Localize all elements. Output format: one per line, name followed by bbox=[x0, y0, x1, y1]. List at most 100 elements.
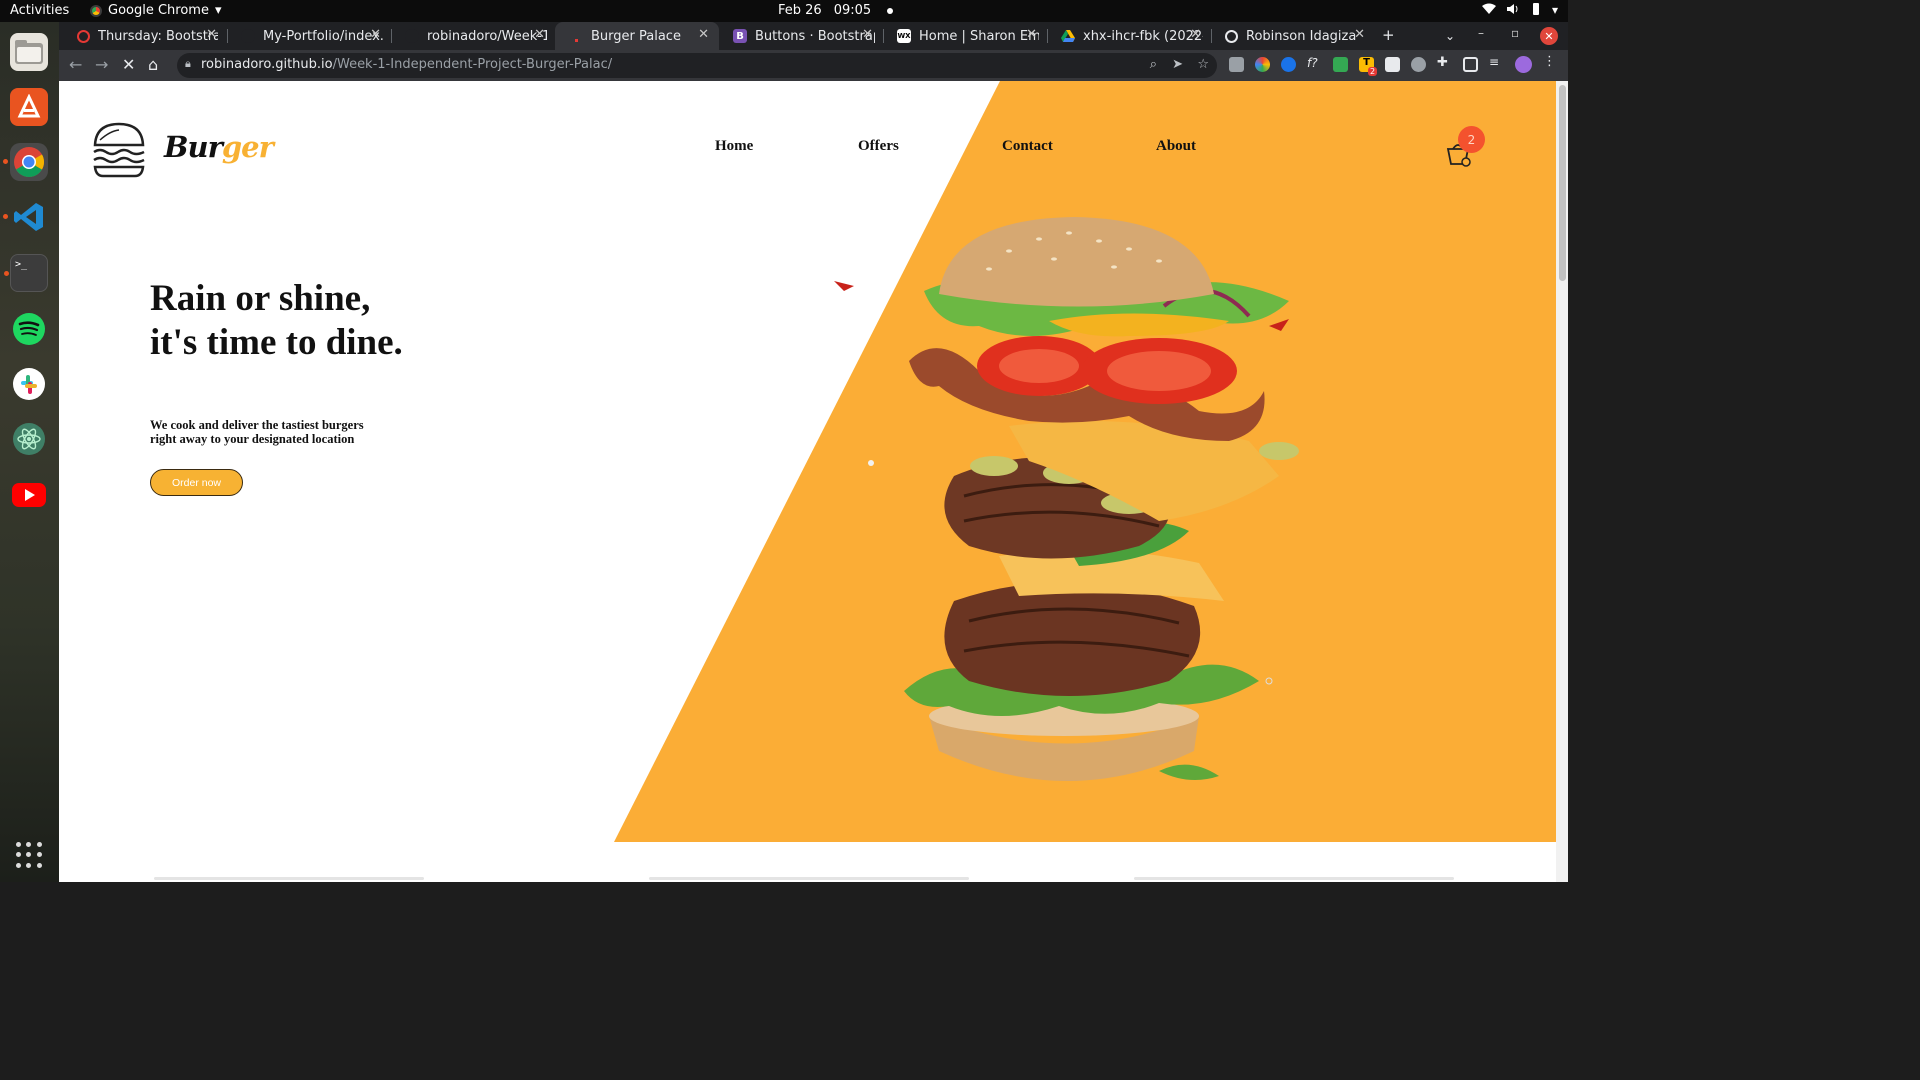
system-tray[interactable]: ▾ bbox=[1481, 3, 1558, 18]
chrome-menu-icon[interactable]: ⋮ bbox=[1543, 54, 1558, 69]
nav-about[interactable]: About bbox=[1156, 138, 1196, 155]
show-applications-icon[interactable] bbox=[16, 842, 42, 868]
hero-subtitle-line-2: right away to your designated location bbox=[150, 432, 355, 446]
app-menu[interactable]: Google Chrome ▾ bbox=[90, 3, 222, 18]
tab-thursday-bootstrap[interactable]: Thursday: Bootstrap ✕ bbox=[63, 22, 228, 50]
address-bar[interactable]: 🔒︎ robinadoro.github.io/Week-1-Independe… bbox=[177, 53, 1217, 78]
drive-icon bbox=[1061, 29, 1075, 43]
stop-loading-icon[interactable]: ✕ bbox=[122, 55, 135, 74]
slack-icon[interactable] bbox=[10, 365, 48, 403]
section-divider bbox=[649, 877, 969, 880]
tab-my-portfolio[interactable]: My-Portfolio/index. ✕ bbox=[227, 22, 392, 50]
clock-time: 09:05 bbox=[833, 3, 872, 18]
caret-down-icon: ▾ bbox=[214, 3, 222, 18]
google-chrome-icon[interactable] bbox=[3, 143, 48, 181]
lock-icon: 🔒︎ bbox=[185, 57, 191, 70]
zoom-icon[interactable]: ⌕ bbox=[1150, 57, 1157, 72]
close-tab-icon[interactable]: ✕ bbox=[1026, 27, 1037, 42]
page-icon bbox=[569, 29, 583, 43]
section-divider bbox=[1134, 877, 1454, 880]
power-menu-icon: ▾ bbox=[1551, 3, 1558, 17]
web-page: Burger Home Offers Contact About 2 Rain … bbox=[59, 81, 1568, 882]
close-tab-icon[interactable]: ✕ bbox=[1354, 27, 1365, 42]
url-text: robinadoro.github.io/Week-1-Independent-… bbox=[201, 57, 613, 72]
close-tab-icon[interactable]: ✕ bbox=[370, 27, 381, 42]
files-icon[interactable] bbox=[10, 33, 48, 71]
running-indicator bbox=[3, 214, 8, 219]
nav-offers[interactable]: Offers bbox=[858, 138, 899, 155]
atom-icon[interactable] bbox=[10, 420, 48, 458]
restore-icon[interactable]: ▫ bbox=[1511, 26, 1519, 40]
color-extension-icon[interactable] bbox=[1255, 57, 1270, 72]
new-tab-icon[interactable]: + bbox=[1382, 26, 1395, 44]
camera-extension-icon[interactable] bbox=[1229, 57, 1244, 72]
nav-contact[interactable]: Contact bbox=[1002, 138, 1053, 155]
phone-icon bbox=[1530, 3, 1542, 18]
ubuntu-software-icon[interactable] bbox=[10, 88, 48, 126]
close-tab-icon[interactable]: ✕ bbox=[206, 27, 217, 42]
green-extension-icon[interactable] bbox=[1333, 57, 1348, 72]
tab-burger-palace[interactable]: Burger Palace ✕ bbox=[555, 22, 719, 50]
clock-date: Feb 26 bbox=[778, 3, 822, 18]
hero-subtitle-line-1: We cook and deliver the tastiest burgers bbox=[150, 418, 364, 432]
notification-dot-icon bbox=[887, 7, 894, 14]
cart-count-badge: 2 bbox=[1458, 126, 1485, 153]
section-divider bbox=[154, 877, 424, 880]
red-ring-icon bbox=[77, 29, 90, 43]
exploding-burger-image bbox=[834, 217, 1299, 781]
volume-icon bbox=[1506, 3, 1520, 18]
tab-robinadoro-week1[interactable]: robinadoro/Week-1 ✕ bbox=[391, 22, 555, 50]
tab-buttons-bootstrap[interactable]: B Buttons · Bootstrap ✕ bbox=[719, 22, 884, 50]
burger-logo-icon[interactable] bbox=[90, 121, 148, 183]
function-extension-icon[interactable]: f? bbox=[1307, 56, 1322, 71]
terminal-icon[interactable]: >_ bbox=[4, 254, 48, 292]
back-icon[interactable]: ← bbox=[69, 55, 82, 74]
close-tab-icon[interactable]: ✕ bbox=[862, 27, 873, 42]
wix-icon: WX bbox=[897, 29, 911, 43]
puzzle-extensions-icon[interactable]: ✚ bbox=[1437, 55, 1452, 70]
tab-search-icon[interactable]: ⌄ bbox=[1445, 29, 1455, 43]
forward-icon[interactable]: → bbox=[95, 55, 108, 74]
tab-sharon-emm[interactable]: WX Home | Sharon Emm ✕ bbox=[883, 22, 1048, 50]
media-queue-icon[interactable]: ≡ bbox=[1489, 55, 1504, 70]
bookmark-star-icon[interactable]: ☆ bbox=[1197, 57, 1209, 72]
tab-google-drive[interactable]: xhx-ihcr-fbk (2022-0 ✕ bbox=[1047, 22, 1212, 50]
profile-avatar-icon[interactable] bbox=[1515, 56, 1532, 73]
window-close-icon[interactable]: ✕ bbox=[1540, 27, 1558, 45]
system-top-bar: Activities Google Chrome ▾ Feb 26 09:05 … bbox=[0, 0, 1568, 22]
app-menu-label: Google Chrome bbox=[108, 3, 209, 18]
nav-home[interactable]: Home bbox=[715, 138, 753, 155]
dock: >_ bbox=[0, 22, 59, 882]
running-indicator bbox=[3, 159, 8, 164]
hero-title: Rain or shine, it's time to dine. bbox=[150, 277, 403, 365]
hero-subtitle: We cook and deliver the tastiest burgers… bbox=[150, 418, 364, 446]
close-tab-icon[interactable]: ✕ bbox=[534, 27, 545, 42]
youtube-icon[interactable] bbox=[10, 476, 48, 514]
spotify-icon[interactable] bbox=[10, 310, 48, 348]
globe-icon bbox=[1225, 29, 1238, 43]
scrollbar-thumb[interactable] bbox=[1559, 85, 1566, 281]
cast-icon[interactable] bbox=[1463, 57, 1478, 72]
home-icon[interactable]: ⌂ bbox=[148, 55, 158, 74]
note-extension-icon[interactable] bbox=[1385, 57, 1400, 72]
drop-extension-icon[interactable] bbox=[1281, 57, 1296, 72]
vscode-icon[interactable] bbox=[3, 198, 48, 236]
tab-strip: Thursday: Bootstrap ✕ My-Portfolio/index… bbox=[59, 22, 1568, 50]
hero-title-line-2: it's time to dine. bbox=[150, 322, 403, 363]
activities-button[interactable]: Activities bbox=[10, 3, 69, 18]
browser-toolbar: ← → ✕ ⌂ 🔒︎ robinadoro.github.io/Week-1-I… bbox=[59, 50, 1568, 81]
github-icon bbox=[405, 29, 419, 43]
close-tab-icon[interactable]: ✕ bbox=[698, 27, 709, 42]
order-now-button[interactable]: Order now bbox=[150, 469, 243, 496]
tab-robinson-idagiza[interactable]: Robinson Idagiza ✕ bbox=[1211, 22, 1375, 50]
chrome-icon bbox=[90, 4, 102, 17]
extension-badge: 2 bbox=[1368, 67, 1378, 76]
minimize-icon[interactable]: – bbox=[1478, 26, 1484, 40]
clock[interactable]: Feb 26 09:05 bbox=[778, 3, 894, 18]
send-icon[interactable]: ➤ bbox=[1172, 57, 1183, 72]
hero-title-line-1: Rain or shine, bbox=[150, 278, 371, 319]
page-scrollbar[interactable] bbox=[1556, 81, 1568, 882]
circle-extension-icon[interactable] bbox=[1411, 57, 1426, 72]
close-tab-icon[interactable]: ✕ bbox=[1190, 27, 1201, 42]
brand-logo-text[interactable]: Burger bbox=[164, 130, 274, 164]
